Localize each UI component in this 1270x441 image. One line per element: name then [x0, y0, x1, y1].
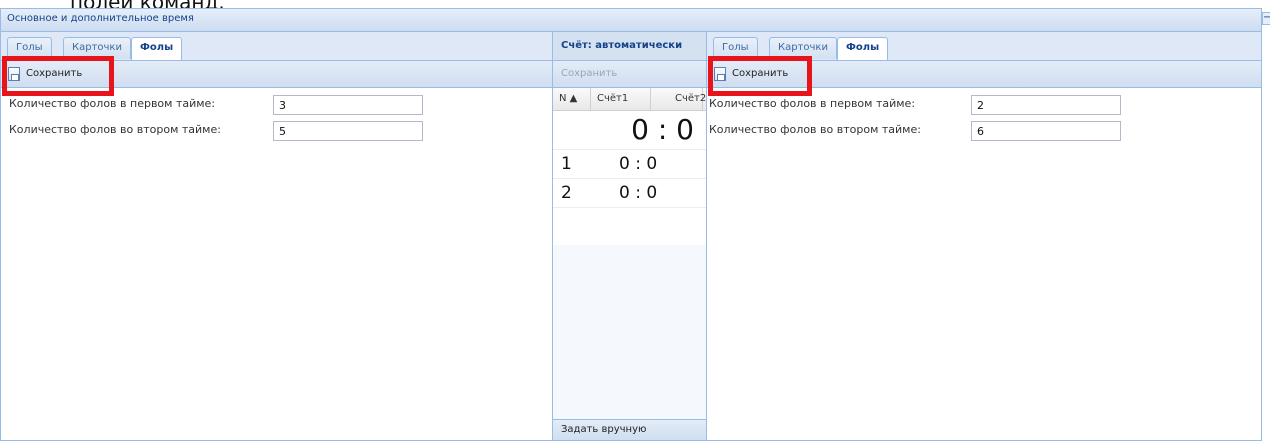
column-score2[interactable]: Счёт2	[651, 88, 706, 110]
first-half-fouls-label: Количество фолов в первом тайме:	[9, 97, 216, 110]
tab-fouls[interactable]: Фолы	[837, 37, 889, 60]
table-row[interactable]: 1 0 : 0	[553, 150, 706, 179]
home-team-panel: Голы Карточки Фолы Сохранить Количество …	[1, 32, 553, 440]
collapse-icon[interactable]: −	[1262, 12, 1270, 25]
first-half-fouls-label: Количество фолов в первом тайме:	[709, 97, 916, 110]
score-grid-header: N ▲ Счёт1 Счёт2	[553, 88, 706, 111]
first-half-fouls-input[interactable]: 2	[971, 95, 1121, 115]
total-score: 0 : 0	[553, 111, 706, 150]
window-title: Основное и дополнительное время	[7, 13, 194, 24]
period-score: 0 : 0	[619, 183, 658, 203]
second-half-fouls-label: Количество фолов во втором тайме:	[709, 123, 921, 136]
score-panel: Счёт: автоматически Сохранить N ▲ Счёт1 …	[553, 32, 707, 440]
window-header: Основное и дополнительное время	[1, 9, 1261, 32]
table-row[interactable]: 2 0 : 0	[553, 179, 706, 208]
column-number[interactable]: N ▲	[553, 88, 591, 110]
period-number: 2	[561, 183, 572, 203]
highlight-frame	[708, 56, 812, 96]
tab-fouls[interactable]: Фолы	[131, 37, 183, 60]
second-half-fouls-input[interactable]: 5	[273, 121, 423, 141]
score-save-button[interactable]: Сохранить	[553, 61, 706, 88]
main-window: Основное и дополнительное время Голы Кар…	[0, 8, 1262, 441]
set-manually-button[interactable]: Задать вручную	[553, 419, 706, 440]
first-half-fouls-input[interactable]: 3	[273, 95, 423, 115]
column-score1[interactable]: Счёт1	[591, 88, 651, 110]
second-half-fouls-label: Количество фолов во втором тайме:	[9, 123, 221, 136]
period-score: 0 : 0	[619, 154, 658, 174]
period-number: 1	[561, 154, 572, 174]
second-half-fouls-input[interactable]: 6	[971, 121, 1121, 141]
away-team-panel: Голы Карточки Фолы Сохранить Количество …	[707, 32, 1261, 440]
highlight-frame	[2, 56, 114, 96]
score-grid-empty-area	[553, 245, 706, 419]
score-mode-title: Счёт: автоматически	[553, 32, 706, 61]
